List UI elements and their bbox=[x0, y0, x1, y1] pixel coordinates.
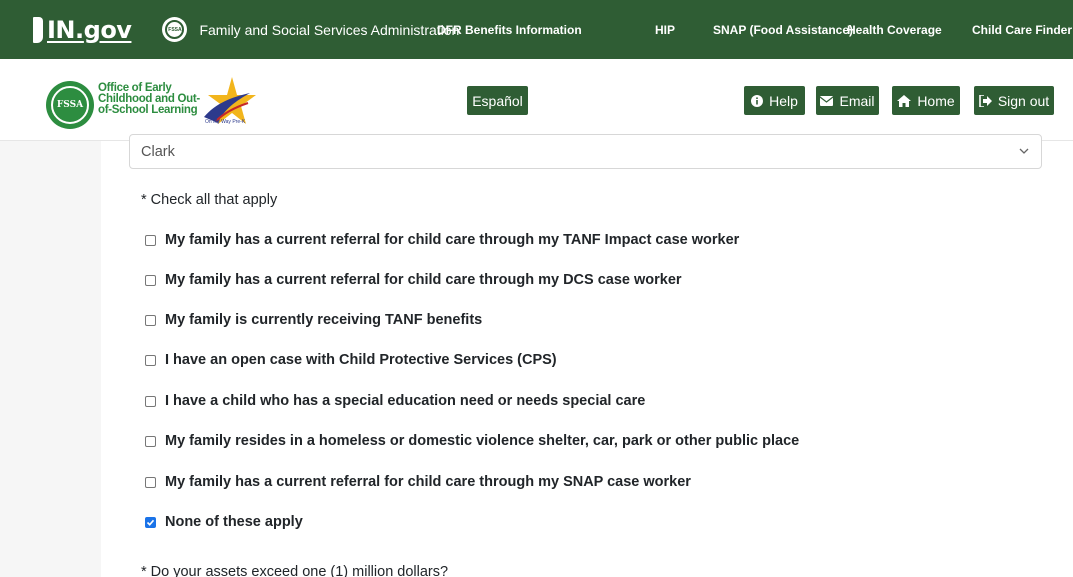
option-special-needs-child[interactable]: I have a child who has a special educati… bbox=[145, 393, 645, 409]
option-dcs-referral[interactable]: My family has a current referral for chi… bbox=[145, 272, 682, 288]
fssa-seal-icon: FSSA bbox=[162, 17, 188, 42]
option-label: I have an open case with Child Protectiv… bbox=[165, 352, 557, 368]
nav-dfr-benefits[interactable]: DFR Benefits Information bbox=[437, 0, 582, 59]
ingov-logo-prefix: IN. bbox=[47, 15, 84, 44]
on-my-way-prek-logo[interactable] bbox=[198, 73, 260, 135]
sign-out-button-label: Sign out bbox=[997, 92, 1050, 109]
check-all-instruction: * Check all that apply bbox=[141, 192, 278, 208]
agency-name: Family and Social Services Administratio… bbox=[199, 21, 460, 38]
ingov-logo-suffix: gov bbox=[83, 15, 132, 44]
oecosl-seal-text: FSSA bbox=[56, 100, 84, 110]
option-label: My family is currently receiving TANF be… bbox=[165, 312, 483, 328]
option-none-apply[interactable]: None of these apply bbox=[145, 514, 303, 530]
checkbox[interactable] bbox=[145, 395, 156, 407]
option-label: None of these apply bbox=[165, 514, 303, 530]
home-button-label: Home bbox=[917, 92, 955, 109]
help-button-label: Help bbox=[769, 92, 798, 109]
option-snap-referral[interactable]: My family has a current referral for chi… bbox=[145, 474, 691, 490]
top-navigation-bar: IN.gov FSSA Family and Social Services A… bbox=[0, 0, 1073, 59]
checkbox[interactable] bbox=[145, 476, 156, 488]
checkbox[interactable] bbox=[145, 274, 156, 286]
espanol-button[interactable]: Español bbox=[467, 86, 528, 115]
site-header: FSSA Office of Early Childhood and Out- … bbox=[0, 59, 1073, 141]
sign-out-button[interactable]: Sign out bbox=[974, 86, 1054, 115]
help-button[interactable]: Help bbox=[744, 86, 805, 115]
checkmark-icon bbox=[146, 519, 155, 526]
home-icon bbox=[897, 94, 912, 107]
left-gutter bbox=[0, 141, 101, 577]
option-tanf-benefits[interactable]: My family is currently receiving TANF be… bbox=[145, 312, 482, 328]
county-select[interactable]: Clark bbox=[129, 134, 1042, 169]
email-button[interactable]: Email bbox=[816, 86, 879, 115]
email-button-label: Email bbox=[839, 92, 875, 109]
option-label: My family has a current referral for chi… bbox=[165, 272, 682, 288]
checkbox-checked[interactable] bbox=[145, 516, 156, 528]
nav-snap[interactable]: SNAP (Food Assistance) bbox=[713, 0, 853, 59]
sign-out-icon bbox=[979, 94, 992, 107]
office-name-line-3: of-School Learning bbox=[98, 104, 198, 116]
on-my-way-caption: On My Way Pre-K bbox=[205, 119, 246, 125]
indiana-state-icon bbox=[33, 16, 43, 43]
checkbox[interactable] bbox=[145, 314, 156, 326]
checkbox[interactable] bbox=[145, 435, 156, 447]
option-label: My family resides in a homeless or domes… bbox=[165, 433, 800, 449]
option-label: My family has a current referral for chi… bbox=[165, 232, 740, 248]
option-homeless-shelter[interactable]: My family resides in a homeless or domes… bbox=[145, 433, 799, 449]
option-label: My family has a current referral for chi… bbox=[165, 474, 691, 490]
option-label: I have a child who has a special educati… bbox=[165, 393, 646, 409]
envelope-icon bbox=[820, 95, 834, 106]
assets-question: * Do your assets exceed one (1) million … bbox=[141, 564, 449, 577]
oecosl-seal-icon[interactable]: FSSA bbox=[46, 81, 94, 129]
nav-hip[interactable]: HIP bbox=[655, 0, 675, 59]
office-name[interactable]: Office of Early Childhood and Out- of-Sc… bbox=[98, 82, 208, 116]
nav-health-coverage[interactable]: Health Coverage bbox=[847, 0, 942, 59]
checkbox[interactable] bbox=[145, 354, 156, 366]
county-select-value: Clark bbox=[141, 143, 175, 160]
fssa-agency-link[interactable]: FSSA Family and Social Services Administ… bbox=[162, 17, 459, 42]
info-circle-icon bbox=[751, 94, 764, 107]
espanol-button-label: Español bbox=[472, 92, 523, 109]
fssa-seal-text: FSSA bbox=[165, 20, 185, 39]
option-cps-case[interactable]: I have an open case with Child Protectiv… bbox=[145, 352, 557, 368]
chevron-down-icon bbox=[1019, 148, 1029, 154]
nav-child-care-finder[interactable]: Child Care Finder bbox=[972, 0, 1072, 59]
ingov-logo[interactable]: IN.gov bbox=[33, 15, 132, 44]
checkbox[interactable] bbox=[145, 234, 156, 246]
option-tanf-impact-referral[interactable]: My family has a current referral for chi… bbox=[145, 232, 739, 248]
home-button[interactable]: Home bbox=[892, 86, 960, 115]
